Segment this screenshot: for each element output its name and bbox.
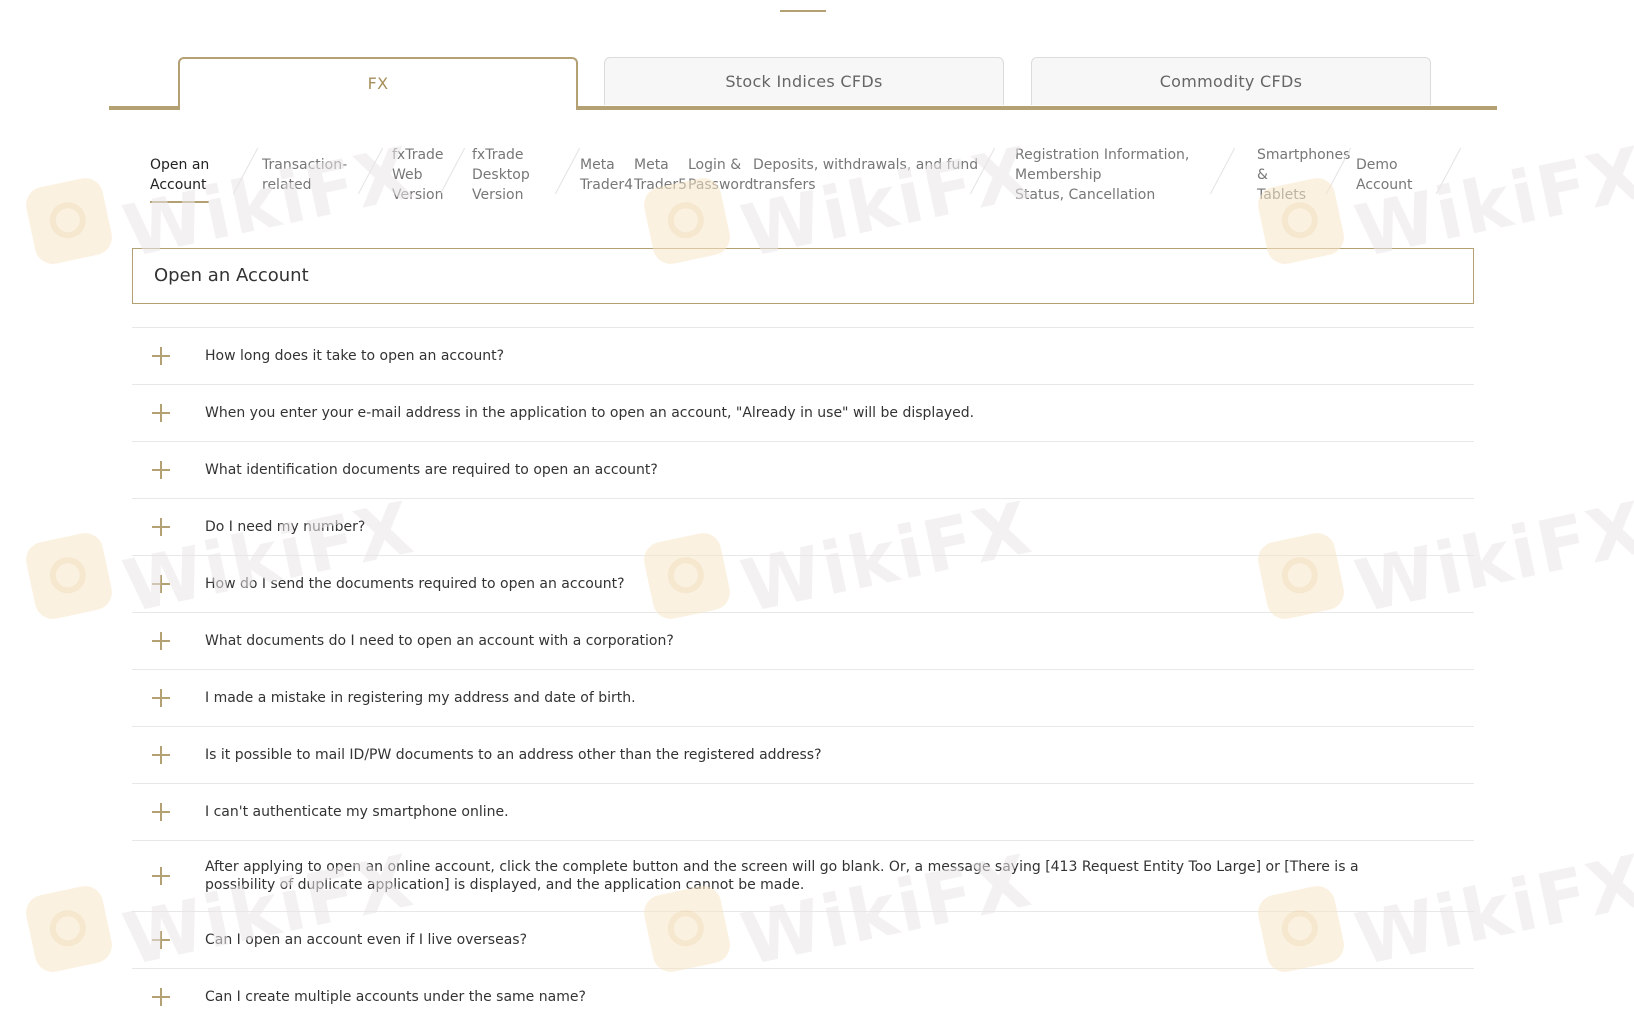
tab-fx[interactable]: FX <box>178 57 578 110</box>
faq-item[interactable]: How do I send the documents required to … <box>132 555 1474 612</box>
plus-icon[interactable] <box>152 575 170 593</box>
faq-question[interactable]: When you enter your e-mail address in th… <box>205 404 974 422</box>
subtab-deposits-withdrawals[interactable]: Deposits, withdrawals, and fund transfer… <box>753 155 978 195</box>
faq-item[interactable]: Is it possible to mail ID/PW documents t… <box>132 726 1474 783</box>
wikifx-logo-icon <box>22 174 116 268</box>
faq-question[interactable]: What documents do I need to open an acco… <box>205 632 674 650</box>
plus-icon[interactable] <box>152 931 170 949</box>
subtab-divider <box>1435 147 1462 195</box>
tab-stock-indices-cfds[interactable]: Stock Indices CFDs <box>604 57 1004 105</box>
subtab-divider <box>357 147 384 195</box>
subtab-divider <box>1209 147 1236 195</box>
faq-question[interactable]: Is it possible to mail ID/PW documents t… <box>205 746 822 764</box>
faq-item[interactable]: What identification documents are requir… <box>132 441 1474 498</box>
plus-icon[interactable] <box>152 347 170 365</box>
faq-question[interactable]: I can't authenticate my smartphone onlin… <box>205 803 509 821</box>
subtab-open-account[interactable]: Open an Account <box>150 155 210 203</box>
plus-icon[interactable] <box>152 404 170 422</box>
faq-item[interactable]: What documents do I need to open an acco… <box>132 612 1474 669</box>
faq-item[interactable]: After applying to open an online account… <box>132 840 1474 911</box>
subtab-demo-account[interactable]: Demo Account <box>1356 155 1413 195</box>
plus-icon[interactable] <box>152 988 170 1006</box>
wikifx-logo-icon <box>22 529 116 623</box>
plus-icon[interactable] <box>152 867 170 885</box>
faq-item[interactable]: I made a mistake in registering my addre… <box>132 669 1474 726</box>
faq-question[interactable]: Can I create multiple accounts under the… <box>205 988 586 1006</box>
subtab-registration-info[interactable]: Registration Information, Membership Sta… <box>1015 145 1189 205</box>
subtab-transaction-related[interactable]: Transaction- related <box>262 155 347 195</box>
subtab-fxtrade-desktop[interactable]: fxTrade Desktop Version <box>472 145 530 205</box>
top-decorative-rule <box>780 10 826 12</box>
plus-icon[interactable] <box>152 689 170 707</box>
plus-icon[interactable] <box>152 803 170 821</box>
faq-question[interactable]: I made a mistake in registering my addre… <box>205 689 636 707</box>
plus-icon[interactable] <box>152 746 170 764</box>
category-subtabs: Open an Account Transaction- related fxT… <box>130 145 1480 209</box>
subtab-divider <box>439 147 466 195</box>
subtab-login-password[interactable]: Login & Password <box>688 155 753 195</box>
faq-item[interactable]: Can I create multiple accounts under the… <box>132 968 1474 1025</box>
faq-item[interactable]: How long does it take to open an account… <box>132 327 1474 384</box>
faq-item[interactable]: I can't authenticate my smartphone onlin… <box>132 783 1474 840</box>
plus-icon[interactable] <box>152 632 170 650</box>
faq-item[interactable]: Can I open an account even if I live ove… <box>132 911 1474 968</box>
faq-item[interactable]: Do I need my number? <box>132 498 1474 555</box>
faq-question[interactable]: Can I open an account even if I live ove… <box>205 931 527 949</box>
subtab-divider <box>232 147 259 195</box>
subtab-divider <box>554 147 581 195</box>
faq-question[interactable]: Do I need my number? <box>205 518 365 536</box>
faq-question[interactable]: After applying to open an online account… <box>205 858 1424 894</box>
subtab-metatrader4[interactable]: Meta Trader4 <box>580 155 633 195</box>
faq-question[interactable]: How long does it take to open an account… <box>205 347 504 365</box>
faq-list: How long does it take to open an account… <box>132 327 1474 1025</box>
wikifx-logo-icon <box>22 882 116 976</box>
section-title: Open an Account <box>132 248 1474 304</box>
subtab-metatrader5[interactable]: Meta Trader5 <box>634 155 687 195</box>
faq-question[interactable]: How do I send the documents required to … <box>205 575 625 593</box>
faq-question[interactable]: What identification documents are requir… <box>205 461 658 479</box>
plus-icon[interactable] <box>152 461 170 479</box>
tab-commodity-cfds[interactable]: Commodity CFDs <box>1031 57 1431 105</box>
faq-item[interactable]: When you enter your e-mail address in th… <box>132 384 1474 441</box>
subtab-fxtrade-web[interactable]: fxTrade Web Version <box>392 145 444 205</box>
plus-icon[interactable] <box>152 518 170 536</box>
product-tabs: FX Stock Indices CFDs Commodity CFDs <box>109 57 1497 110</box>
